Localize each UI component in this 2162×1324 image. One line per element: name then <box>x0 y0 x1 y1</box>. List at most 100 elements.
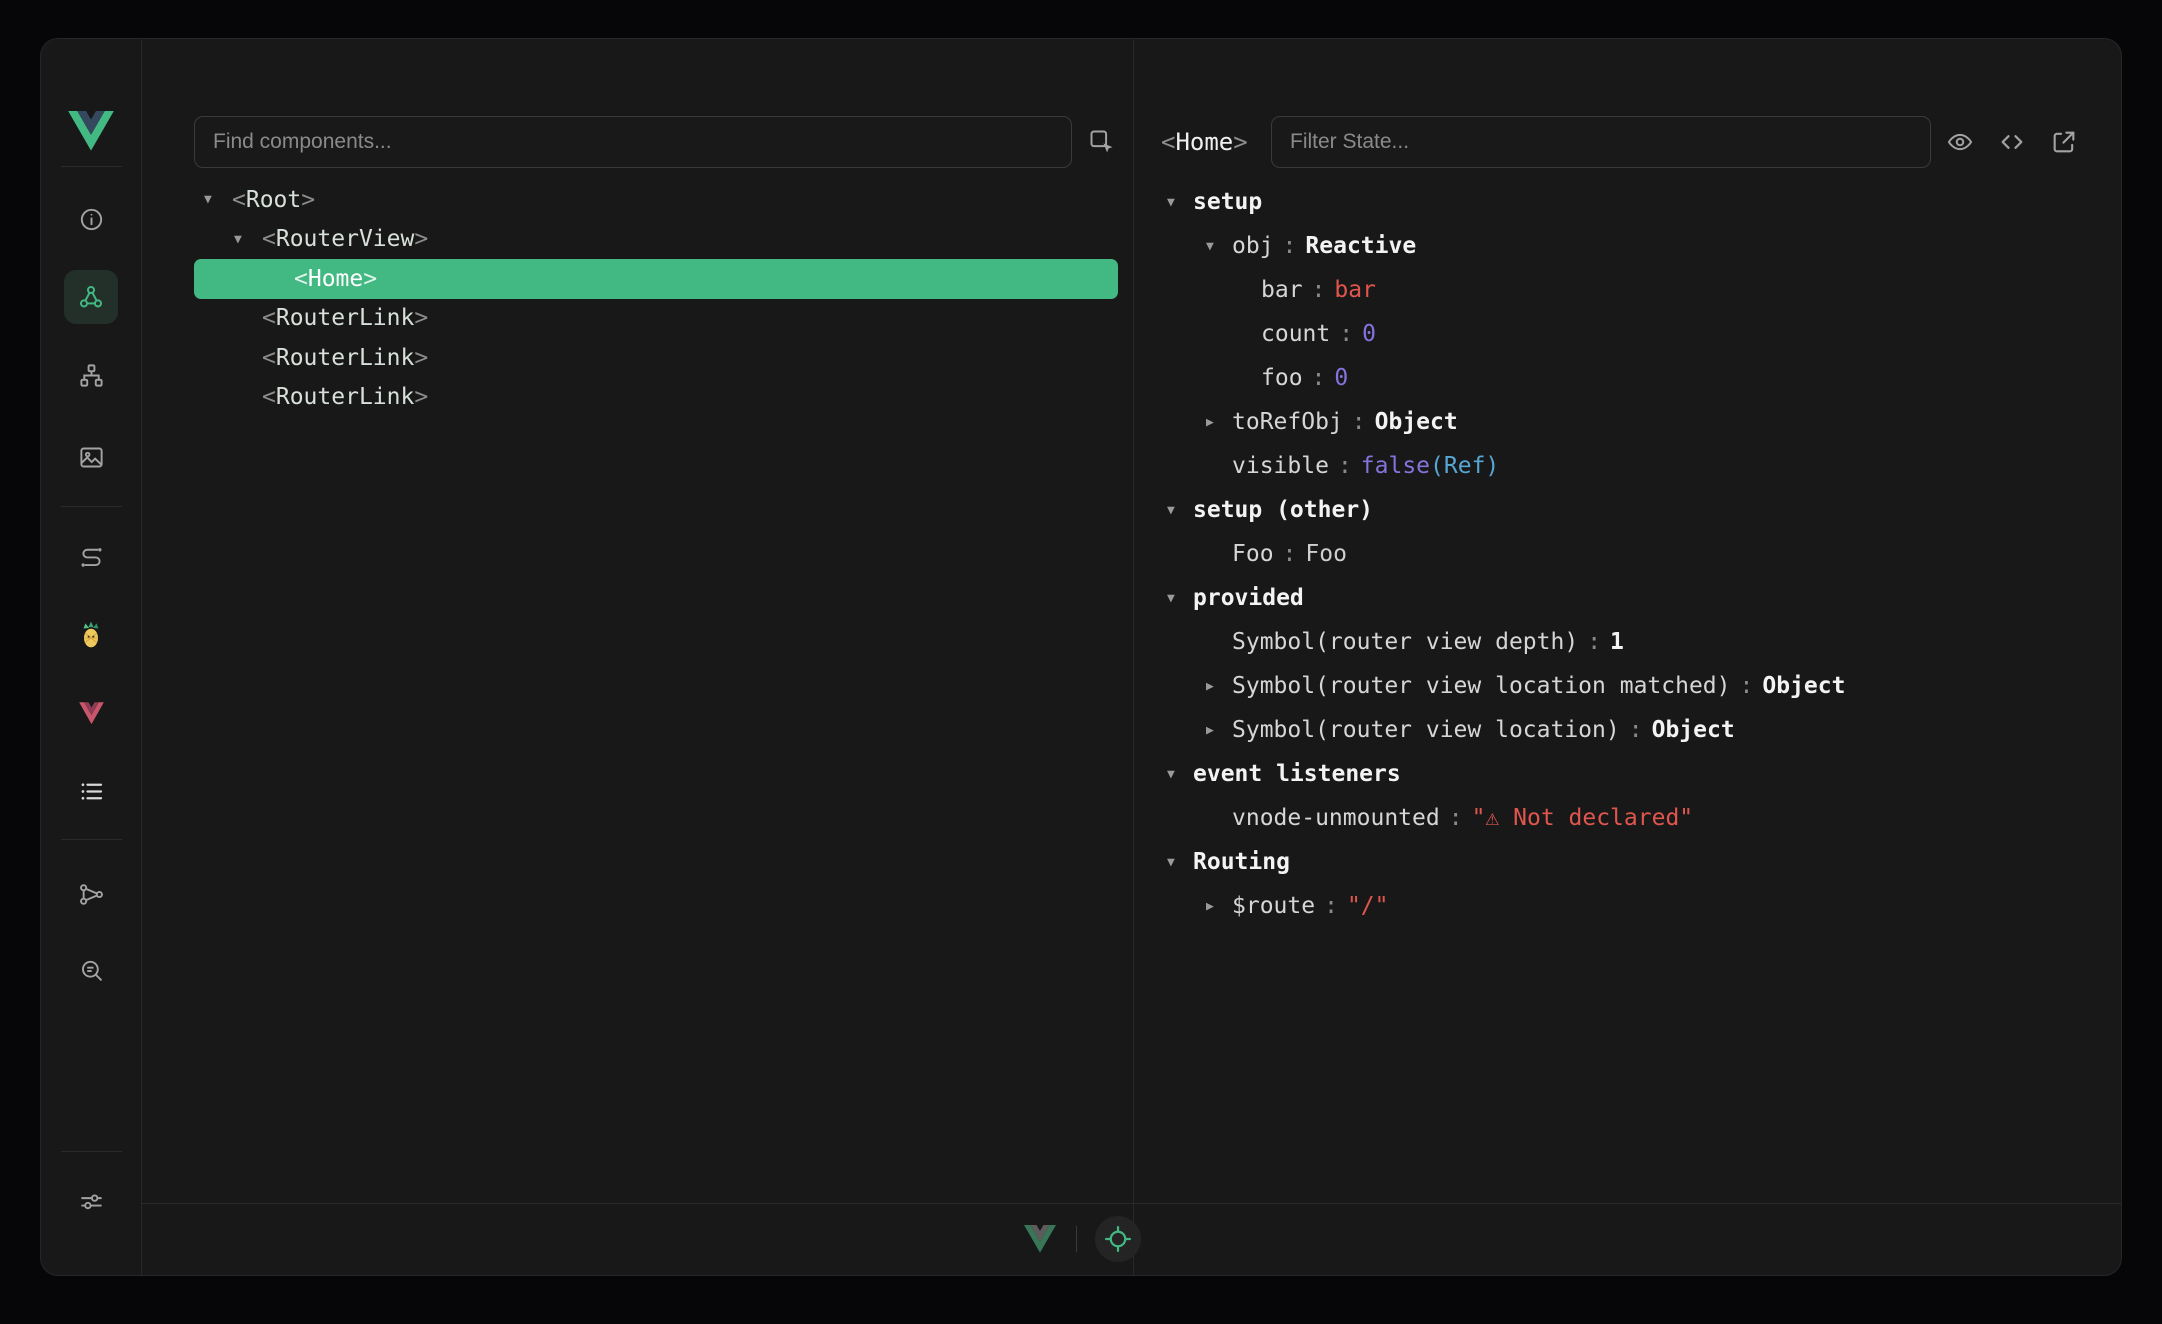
routes-button[interactable] <box>64 529 118 583</box>
component-name: Root <box>246 187 301 213</box>
state-value: 0 <box>1362 321 1376 347</box>
expand-arrow-icon[interactable]: ▶ <box>1206 899 1232 914</box>
vue-router-icon <box>78 702 105 726</box>
state-row[interactable]: visible:false(Ref) <box>1157 444 2105 488</box>
expand-arrow-icon[interactable]: ▼ <box>1167 767 1193 782</box>
eye-button[interactable] <box>1939 116 1981 168</box>
colon: : <box>1338 453 1352 479</box>
expand-arrow-icon[interactable]: ▼ <box>1167 591 1193 606</box>
inspector-button[interactable] <box>64 944 118 998</box>
vue-logo-small-icon <box>1024 1225 1056 1253</box>
hierarchy-button[interactable] <box>64 348 118 402</box>
logs-button[interactable] <box>64 764 118 818</box>
bracket: < <box>262 384 276 410</box>
tree-node-routerview[interactable]: ▼<RouterView> <box>194 220 1118 260</box>
expand-arrow-icon[interactable]: ▶ <box>1206 723 1232 738</box>
state-key: Symbol(router view location) <box>1232 717 1620 743</box>
expand-arrow-icon[interactable]: ▼ <box>1167 503 1193 518</box>
state-row[interactable]: foo:0 <box>1157 356 2105 400</box>
colon: : <box>1312 365 1326 391</box>
component-tag: <RouterView> <box>262 226 428 252</box>
state-row[interactable]: ▶Symbol(router view location):Object <box>1157 708 2105 752</box>
tree-node-routerlink[interactable]: <RouterLink> <box>194 378 1118 418</box>
inspect-component-button[interactable] <box>1080 116 1124 168</box>
state-row[interactable]: ▼setup <box>1157 180 2105 224</box>
component-tag: <RouterLink> <box>262 305 428 331</box>
selected-component-tag: <Home> <box>1161 116 1248 168</box>
bracket: < <box>1161 128 1175 156</box>
state-value: Reactive <box>1305 233 1416 259</box>
component-tag: <Root> <box>232 187 315 213</box>
state-value: Object <box>1652 717 1735 743</box>
colon: : <box>1312 277 1326 303</box>
state-key: provided <box>1193 585 1304 611</box>
state-row[interactable]: ▼setup (other) <box>1157 488 2105 532</box>
open-in-new-button[interactable] <box>2043 116 2085 168</box>
state-row[interactable]: ▶toRefObj:Object <box>1157 400 2105 444</box>
state-key: Foo <box>1232 541 1274 567</box>
state-row[interactable]: ▼provided <box>1157 576 2105 620</box>
component-name: Home <box>308 266 363 292</box>
tree-node-home[interactable]: <Home> <box>194 259 1118 299</box>
target-button[interactable] <box>1095 1216 1141 1262</box>
state-row[interactable]: vnode-unmounted:"⚠ Not declared" <box>1157 796 2105 840</box>
bracket: < <box>294 266 308 292</box>
vue-router-button[interactable] <box>64 687 118 741</box>
state-key: event listeners <box>1193 761 1401 787</box>
expand-arrow-icon[interactable]: ▼ <box>204 192 232 207</box>
tree-node-routerlink[interactable]: <RouterLink> <box>194 299 1118 339</box>
bracket: < <box>262 305 276 331</box>
state-row[interactable]: ▶$route:"/" <box>1157 884 2105 928</box>
info-icon <box>78 206 105 233</box>
expand-arrow-icon[interactable]: ▼ <box>1167 855 1193 870</box>
filter-state-input[interactable] <box>1271 116 1931 168</box>
components-panel: ▼<Root>▼<RouterView><Home><RouterLink><R… <box>142 39 1134 1275</box>
code-icon <box>1998 128 2026 156</box>
components-tab-button[interactable] <box>64 270 118 324</box>
bracket: < <box>262 345 276 371</box>
colon: : <box>1339 321 1353 347</box>
vue-overlay-button[interactable] <box>1022 1213 1058 1265</box>
state-row[interactable]: count:0 <box>1157 312 2105 356</box>
vue-devtools-logo <box>64 104 118 158</box>
bottom-bar <box>41 1203 2121 1275</box>
bracket: > <box>414 305 428 331</box>
hierarchy-icon <box>78 362 105 389</box>
pinia-pineapple-icon <box>77 621 105 649</box>
state-row[interactable]: ▼obj:Reactive <box>1157 224 2105 268</box>
code-button[interactable] <box>1991 116 2033 168</box>
state-row[interactable]: ▶Symbol(router view location matched):Ob… <box>1157 664 2105 708</box>
expand-arrow-icon[interactable]: ▼ <box>234 232 262 247</box>
search-document-icon <box>78 958 105 985</box>
state-key: Symbol(router view location matched) <box>1232 673 1731 699</box>
state-value: Foo <box>1305 541 1347 567</box>
info-button[interactable] <box>64 192 118 246</box>
state-row[interactable]: ▼event listeners <box>1157 752 2105 796</box>
route-icon <box>78 543 105 570</box>
state-value: Object <box>1762 673 1845 699</box>
list-icon <box>78 778 105 805</box>
expand-arrow-icon[interactable]: ▼ <box>1206 239 1232 254</box>
component-tag: <Home> <box>294 266 377 292</box>
state-key: Symbol(router view depth) <box>1232 629 1578 655</box>
assets-button[interactable] <box>64 430 118 484</box>
state-row[interactable]: ▼Routing <box>1157 840 2105 884</box>
tree-node-routerlink[interactable]: <RouterLink> <box>194 338 1118 378</box>
bracket: > <box>414 345 428 371</box>
state-row[interactable]: Symbol(router view depth):1 <box>1157 620 2105 664</box>
expand-arrow-icon[interactable]: ▼ <box>1167 195 1193 210</box>
expand-arrow-icon[interactable]: ▶ <box>1206 415 1232 430</box>
pinia-button[interactable] <box>64 608 118 662</box>
component-tree: ▼<Root>▼<RouterView><Home><RouterLink><R… <box>194 180 1118 1201</box>
find-components-input[interactable] <box>194 116 1072 168</box>
state-row[interactable]: bar:bar <box>1157 268 2105 312</box>
state-row[interactable]: Foo:Foo <box>1157 532 2105 576</box>
tree-node-root[interactable]: ▼<Root> <box>194 180 1118 220</box>
expand-arrow-icon[interactable]: ▶ <box>1206 679 1232 694</box>
colon: : <box>1449 805 1463 831</box>
state-value: Object <box>1375 409 1458 435</box>
component-tag: <RouterLink> <box>262 345 428 371</box>
colon: : <box>1324 893 1338 919</box>
graph-button[interactable] <box>64 867 118 921</box>
state-key: $route <box>1232 893 1315 919</box>
